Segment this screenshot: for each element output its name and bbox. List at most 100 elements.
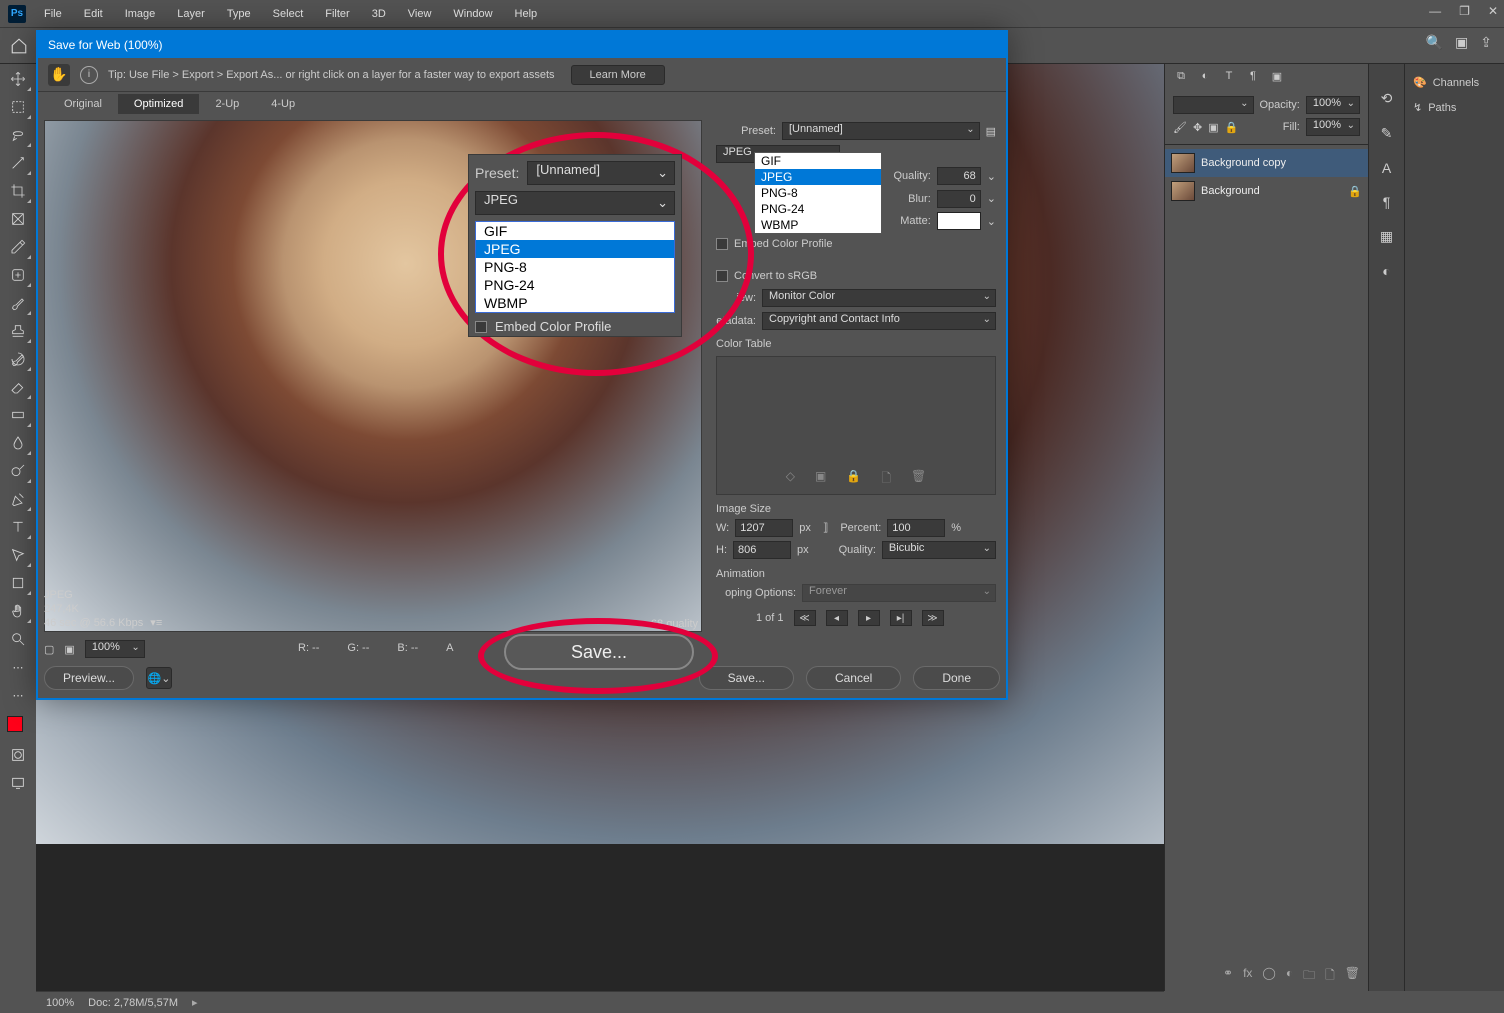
new-layer-icon[interactable]: 🗋 [1325, 966, 1335, 987]
icon-paragraph[interactable]: ¶ [1245, 68, 1261, 84]
frame-icon[interactable]: ▣ [1455, 34, 1468, 51]
convert-srgb-checkbox[interactable] [716, 270, 728, 282]
color-icon[interactable]: ◐ [1382, 263, 1390, 279]
status-zoom[interactable]: 100% [46, 997, 74, 1009]
ct-new-icon[interactable]: 🗋 [881, 469, 891, 490]
matte-dd-icon[interactable]: ⌄ [987, 215, 996, 228]
tool-wand[interactable] [6, 152, 30, 174]
ct-diamond-icon[interactable]: ◇ [786, 469, 795, 490]
brush-presets-icon[interactable]: ✎ [1381, 125, 1393, 142]
blur-dd-icon[interactable]: ⌄ [987, 192, 996, 205]
lock-icon[interactable]: 🖌 [1173, 121, 1187, 134]
fill-value[interactable]: 100% [1306, 118, 1360, 136]
slice-visibility-icon[interactable]: ▣ [64, 643, 74, 656]
tool-type[interactable] [6, 516, 30, 538]
tool-path[interactable] [6, 544, 30, 566]
blend-mode-select[interactable] [1173, 96, 1254, 114]
channels-tab[interactable]: 🎨 Channels [1405, 70, 1504, 95]
lock-all-icon[interactable]: 🔒 [1225, 121, 1239, 134]
preset-select[interactable]: [Unnamed] [782, 122, 980, 140]
icon-3d[interactable]: ▣ [1269, 68, 1285, 84]
fx-icon[interactable]: fx [1243, 966, 1252, 987]
embed-profile-checkbox[interactable] [716, 238, 728, 250]
tool-heal[interactable] [6, 264, 30, 286]
quality-dd-icon[interactable]: ⌄ [987, 170, 996, 183]
format-option-png24[interactable]: PNG-24 [755, 201, 881, 217]
home-icon[interactable] [8, 35, 30, 57]
layer-row[interactable]: Background 🔒 [1165, 177, 1368, 205]
swatches-icon[interactable]: ▦ [1380, 228, 1393, 245]
menu-type[interactable]: Type [217, 4, 261, 24]
constrain-icon[interactable]: ⟧ [823, 521, 828, 534]
lock-pos-icon[interactable]: ✥ [1193, 121, 1202, 134]
resample-select[interactable]: Bicubic [882, 541, 996, 559]
anim-play-button[interactable]: ▸ [858, 610, 880, 626]
tool-blur[interactable] [6, 432, 30, 454]
menu-help[interactable]: Help [505, 4, 548, 24]
format-option-wbmp[interactable]: WBMP [755, 217, 881, 233]
close-button[interactable]: ✕ [1488, 4, 1498, 18]
opacity-value[interactable]: 100% [1306, 96, 1360, 114]
character-icon[interactable]: A [1382, 160, 1391, 176]
tool-pen[interactable] [6, 488, 30, 510]
tab-optimized[interactable]: Optimized [118, 94, 200, 114]
ct-lock-icon[interactable]: 🔒 [846, 469, 861, 490]
mask-icon[interactable]: ◯ [1262, 966, 1275, 987]
blur-input[interactable] [937, 190, 981, 208]
ct-cube-icon[interactable]: ▣ [815, 469, 826, 490]
lock-artboard-icon[interactable]: ▣ [1208, 121, 1218, 134]
tool-marquee[interactable] [6, 96, 30, 118]
height-input[interactable] [733, 541, 791, 559]
delete-icon[interactable]: 🗑 [1345, 966, 1360, 987]
matte-swatch[interactable] [937, 212, 981, 230]
tool-gradient[interactable] [6, 404, 30, 426]
icon-type[interactable]: T [1221, 68, 1237, 84]
quality-input[interactable] [937, 167, 981, 185]
ann-embed-checkbox[interactable] [475, 321, 487, 333]
tool-brush[interactable] [6, 292, 30, 314]
tool-more[interactable]: ⋯ [6, 656, 30, 678]
info-time-flyout-icon[interactable]: ▾≡ [150, 617, 162, 629]
layer-name[interactable]: Background copy [1201, 157, 1362, 169]
menu-layer[interactable]: Layer [167, 4, 215, 24]
ct-trash-icon[interactable]: 🗑 [911, 469, 926, 490]
minimize-button[interactable]: — [1429, 4, 1441, 18]
metadata-select[interactable]: Copyright and Contact Info [762, 312, 996, 330]
tool-eyedropper[interactable] [6, 236, 30, 258]
tab-4up[interactable]: 4-Up [255, 94, 311, 114]
ann-format-jpeg[interactable]: JPEG [476, 240, 674, 258]
screen-mode-icon[interactable] [6, 772, 30, 794]
tab-2up[interactable]: 2-Up [199, 94, 255, 114]
menu-3d[interactable]: 3D [362, 4, 396, 24]
tool-dodge[interactable] [6, 460, 30, 482]
hand-tool-icon[interactable]: ✋ [48, 64, 70, 86]
menu-select[interactable]: Select [263, 4, 314, 24]
icon-layers[interactable]: ⧉ [1173, 68, 1189, 84]
tool-zoom[interactable] [6, 628, 30, 650]
anim-next-button[interactable]: ▸| [890, 610, 912, 626]
tool-eraser[interactable] [6, 376, 30, 398]
ann-format-png24[interactable]: PNG-24 [476, 276, 674, 294]
menu-window[interactable]: Window [443, 4, 502, 24]
adjustment-icon[interactable]: ◐ [1286, 966, 1293, 987]
status-flyout-icon[interactable]: ▸ [192, 996, 198, 1009]
paths-tab[interactable]: ↯ Paths [1405, 95, 1504, 120]
icon-adjust[interactable]: ◐ [1197, 68, 1213, 84]
paragraph-icon[interactable]: ¶ [1383, 194, 1391, 210]
menu-filter[interactable]: Filter [315, 4, 359, 24]
menu-file[interactable]: File [34, 4, 72, 24]
format-option-jpeg[interactable]: JPEG [755, 169, 881, 185]
group-icon[interactable]: 🗀 [1303, 966, 1315, 987]
tool-frame[interactable] [6, 208, 30, 230]
ann-preset-select[interactable]: [Unnamed] [527, 161, 675, 185]
learn-more-button[interactable]: Learn More [571, 65, 665, 85]
ann-format-png8[interactable]: PNG-8 [476, 258, 674, 276]
anim-prev-button[interactable]: ◂ [826, 610, 848, 626]
format-option-gif[interactable]: GIF [755, 153, 881, 169]
tool-crop[interactable] [6, 180, 30, 202]
preview-button[interactable]: Preview... [44, 666, 134, 690]
link-icon[interactable]: ⚭ [1223, 966, 1233, 987]
tool-lasso[interactable] [6, 124, 30, 146]
tool-stamp[interactable] [6, 320, 30, 342]
slice-select-icon[interactable]: ▢ [44, 643, 54, 656]
